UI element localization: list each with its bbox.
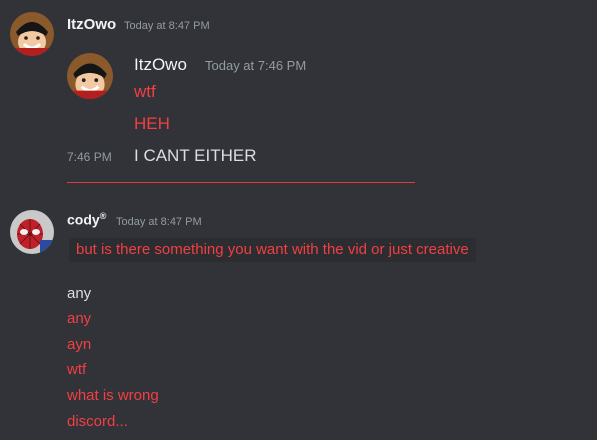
quoted-author-name[interactable]: ItzOwo bbox=[134, 55, 187, 75]
list-item: any bbox=[67, 285, 92, 302]
list-item: discord... bbox=[67, 413, 128, 430]
author-badge: ® bbox=[99, 211, 107, 221]
list-item: what is wrong bbox=[67, 387, 159, 404]
divider bbox=[67, 182, 415, 183]
luffy-avatar-icon[interactable] bbox=[67, 53, 113, 99]
list-item: ayn bbox=[67, 336, 92, 353]
quoted-line: HEH bbox=[134, 114, 170, 133]
quoted-inline-text: I CANT EITHER bbox=[134, 146, 257, 165]
timestamp: Today at 8:47 PM bbox=[124, 20, 210, 32]
author-name[interactable]: ItzOwo bbox=[67, 16, 116, 33]
list-item: any bbox=[67, 310, 92, 327]
author-name-text[interactable]: cody bbox=[67, 212, 100, 228]
inline-code-text: but is there something you want with the… bbox=[69, 238, 476, 262]
list-item: wtf bbox=[67, 361, 87, 378]
quoted-line: wtf bbox=[134, 82, 156, 101]
luffy-avatar-icon[interactable] bbox=[10, 12, 54, 56]
quoted-timestamp: Today at 7:46 PM bbox=[205, 58, 307, 73]
spiderman-avatar-icon[interactable] bbox=[10, 210, 54, 254]
timestamp: Today at 8:47 PM bbox=[116, 216, 202, 228]
inline-timestamp: 7:46 PM bbox=[67, 150, 112, 164]
author-name[interactable]: cody® bbox=[67, 211, 106, 228]
